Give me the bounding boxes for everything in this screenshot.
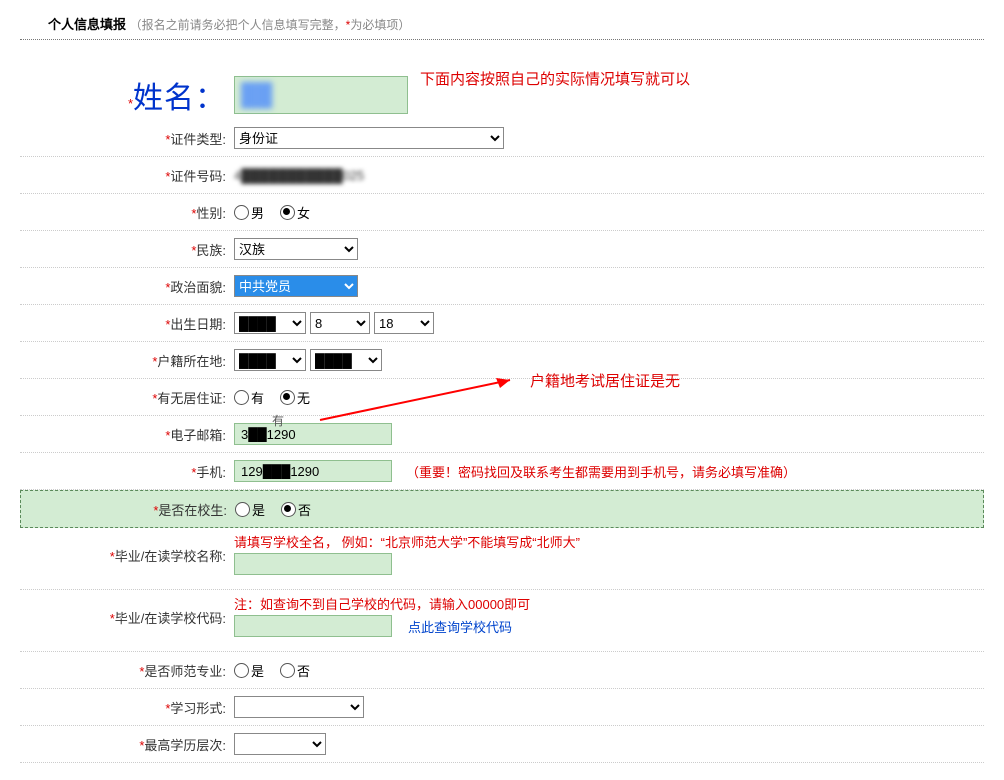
label-huji: 户籍所在地: (157, 354, 226, 369)
select-nation[interactable]: 汉族 (234, 238, 358, 260)
name-input[interactable]: ██ (234, 76, 408, 114)
input-school[interactable] (234, 553, 392, 575)
radio-instudent-yes[interactable]: 是 (235, 500, 265, 519)
label-political: 政治面貌: (170, 280, 226, 295)
row-xuexi: *学习形式: (20, 689, 984, 726)
label-name: *姓名： (20, 73, 232, 117)
select-year[interactable]: ████ (234, 312, 306, 334)
label-school: 毕业/在读学校名称: (115, 549, 226, 564)
select-huji-city[interactable]: ████ (310, 349, 382, 371)
link-query-code[interactable]: 点此查询学校代码 (408, 617, 512, 636)
radio-jzz-no[interactable]: 无 (280, 388, 310, 407)
hint-school: 请填写学校全名， 例如：“北京师范大学”不能填写成“北师大” (234, 532, 580, 551)
hint-schoolcode: 注：如查询不到自己学校的代码，请输入00000即可 (234, 594, 530, 613)
input-schoolcode[interactable] (234, 615, 392, 637)
select-day[interactable]: 18 (374, 312, 434, 334)
label-xuexi: 学习形式: (170, 701, 226, 716)
row-nation: *民族: 汉族 (20, 231, 984, 268)
row-huji: *户籍所在地: ████ ████ (20, 342, 984, 379)
label-instudent: 是否在校生: (158, 503, 227, 518)
radio-shifan-no[interactable]: 否 (280, 661, 310, 680)
label-dob: 出生日期: (170, 317, 226, 332)
row-gender: *性别: 男 女 (20, 194, 984, 231)
label-idtype: 证件类型: (170, 132, 226, 147)
row-phone: *手机: （重要！密码找回及联系考生都需要用到手机号，请务必填写准确） (20, 453, 984, 490)
row-dob: *出生日期: ████ 8 18 (20, 305, 984, 342)
row-xueli: *最高学历层次: (20, 726, 984, 763)
hint-phone: （重要！密码找回及联系考生都需要用到手机号，请务必填写准确） (406, 462, 796, 481)
jzz-subhint: 有 (232, 412, 284, 429)
form-area: 下面内容按照自己的实际情况填写就可以 *姓名： ██ *证件类型: 身份证 *证… (20, 70, 984, 763)
select-xuexi[interactable] (234, 696, 364, 718)
radio-jzz-yes[interactable]: 有 (234, 388, 264, 407)
row-shifan: *是否师范专业: 是 否 (20, 652, 984, 689)
annotation-top: 下面内容按照自己的实际情况填写就可以 (420, 68, 690, 89)
row-juzhuzheng: *有无居住证: 有 无 有 (20, 379, 984, 416)
label-xueli: 最高学历层次: (144, 738, 226, 753)
value-idno: 4███████████025 (234, 168, 364, 183)
label-phone: 手机: (196, 465, 226, 480)
row-political: *政治面貌: 中共党员 (20, 268, 984, 305)
row-idtype: *证件类型: 身份证 (20, 120, 984, 157)
label-email: 电子邮箱: (170, 428, 226, 443)
radio-instudent-no[interactable]: 否 (281, 500, 311, 519)
select-political[interactable]: 中共党员 (234, 275, 358, 297)
label-idno: 证件号码: (170, 169, 226, 184)
select-month[interactable]: 8 (310, 312, 370, 334)
input-phone[interactable] (234, 460, 392, 482)
label-gender: 性别: (196, 206, 226, 221)
label-schoolcode: 毕业/在读学校代码: (115, 611, 226, 626)
select-idtype[interactable]: 身份证 (234, 127, 504, 149)
select-xueli[interactable] (234, 733, 326, 755)
select-huji-province[interactable]: ████ (234, 349, 306, 371)
row-instudent: *是否在校生: 是 否 (20, 490, 984, 528)
row-email: *电子邮箱: (20, 416, 984, 453)
row-idno: *证件号码: 4███████████025 (20, 157, 984, 194)
annotation-right: 户籍地考试居住证是无 (530, 370, 680, 391)
page-title: 个人信息填报 （报名之前请务必把个人信息填写完整，*为必填项） (20, 10, 984, 40)
label-juzhuzheng: 有无居住证: (157, 391, 226, 406)
title-strong: 个人信息填报 (48, 17, 126, 32)
radio-gender-female[interactable]: 女 (280, 203, 310, 222)
radio-gender-male[interactable]: 男 (234, 203, 264, 222)
radio-shifan-yes[interactable]: 是 (234, 661, 264, 680)
title-sub: （报名之前请务必把个人信息填写完整，*为必填项） (130, 18, 411, 32)
label-nation: 民族: (196, 243, 226, 258)
row-school: *毕业/在读学校名称: 请填写学校全名， 例如：“北京师范大学”不能填写成“北师… (20, 528, 984, 590)
label-shifan: 是否师范专业: (144, 664, 226, 679)
row-schoolcode: *毕业/在读学校代码: 注：如查询不到自己学校的代码，请输入00000即可 点此… (20, 590, 984, 652)
